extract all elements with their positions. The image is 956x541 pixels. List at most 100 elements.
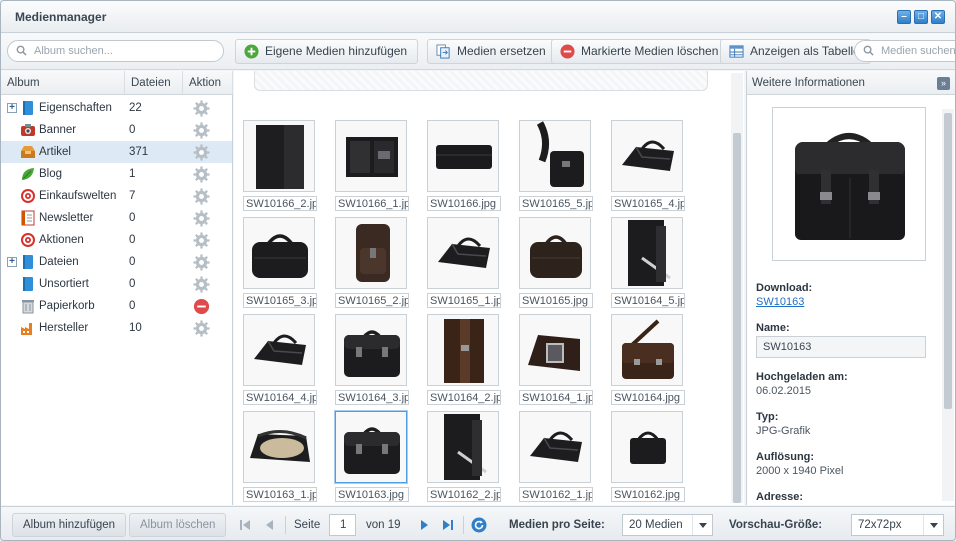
media-thumbnail-image[interactable] xyxy=(243,314,315,386)
media-search-input[interactable]: Medien suchen xyxy=(854,40,955,62)
view-as-table-button[interactable]: Anzeigen als Tabelle xyxy=(720,39,871,64)
album-search-input[interactable]: Album suchen... xyxy=(7,40,224,62)
download-link[interactable]: SW10163 xyxy=(756,296,804,308)
collapse-panel-icon[interactable]: » xyxy=(937,77,950,90)
media-thumbnail-image[interactable] xyxy=(519,314,591,386)
media-thumbnail[interactable]: SW10162_2.jpg xyxy=(427,411,501,503)
settings-gear-icon[interactable] xyxy=(193,254,210,271)
media-thumbnail[interactable]: SW10164_2.jpg xyxy=(427,314,501,406)
add-album-button[interactable]: Album hinzufügen xyxy=(12,513,127,537)
media-thumbnail[interactable]: SW10164_5.jpg xyxy=(611,217,685,309)
add-media-button[interactable]: Eigene Medien hinzufügen xyxy=(235,39,419,64)
album-row[interactable]: Blog 1 xyxy=(1,163,232,185)
settings-gear-icon[interactable] xyxy=(193,188,210,205)
media-scrollbar[interactable] xyxy=(731,73,743,503)
media-thumbnail-image[interactable] xyxy=(243,217,315,289)
first-page-icon[interactable] xyxy=(237,517,253,533)
media-thumbnail[interactable]: SW10165_2.jpg xyxy=(335,217,409,309)
settings-gear-icon[interactable] xyxy=(193,276,210,293)
media-thumbnail[interactable]: SW10163.jpg xyxy=(335,411,409,503)
delete-icon[interactable] xyxy=(193,298,210,315)
page-number-input[interactable]: 1 xyxy=(329,514,356,536)
media-thumbnail-image[interactable] xyxy=(611,217,683,289)
media-thumbnail[interactable]: SW10164_1.jpg xyxy=(519,314,593,406)
album-name: Eigenschaften xyxy=(39,102,112,114)
album-row[interactable]: + Dateien 0 xyxy=(1,251,232,273)
media-thumbnail-image[interactable] xyxy=(243,411,315,483)
album-row[interactable]: Banner 0 xyxy=(1,119,232,141)
settings-gear-icon[interactable] xyxy=(193,232,210,249)
upload-dropzone[interactable] xyxy=(254,71,708,91)
info-scrollbar-thumb[interactable] xyxy=(944,113,952,409)
per-page-select[interactable]: 20 Medien xyxy=(622,514,713,536)
media-thumbnail[interactable]: SW10164_3.jpg xyxy=(335,314,409,406)
column-header-album[interactable]: Album xyxy=(1,71,125,95)
column-header-files[interactable]: Dateien xyxy=(125,71,183,95)
album-row[interactable]: Newsletter 0 xyxy=(1,207,232,229)
media-thumbnail[interactable]: SW10164.jpg xyxy=(611,314,685,406)
album-row[interactable]: Papierkorb 0 xyxy=(1,295,232,317)
media-thumbnail[interactable]: SW10164_4.jpg xyxy=(243,314,317,406)
settings-gear-icon[interactable] xyxy=(193,210,210,227)
media-thumbnail-image[interactable] xyxy=(611,411,683,483)
total-pages-label: von 19 xyxy=(366,519,401,531)
maximize-icon[interactable]: □ xyxy=(914,10,928,24)
close-icon[interactable]: ✕ xyxy=(931,10,945,24)
media-thumbnail-image[interactable] xyxy=(519,411,591,483)
chevron-down-icon[interactable] xyxy=(923,515,943,535)
delete-marked-media-button[interactable]: Markierte Medien löschen xyxy=(551,39,730,64)
media-thumbnail-image[interactable] xyxy=(427,314,499,386)
settings-gear-icon[interactable] xyxy=(193,320,210,337)
media-thumbnail[interactable]: SW10166_1.jpg xyxy=(335,120,409,212)
album-row[interactable]: Hersteller 10 xyxy=(1,317,232,339)
media-thumbnail-image[interactable] xyxy=(519,120,591,192)
media-thumbnail[interactable]: SW10162_1.jpg xyxy=(519,411,593,503)
expand-icon[interactable]: + xyxy=(7,257,17,267)
replace-media-button[interactable]: Medien ersetzen xyxy=(427,39,557,64)
media-thumbnail-image[interactable] xyxy=(611,314,683,386)
info-scrollbar[interactable] xyxy=(942,109,954,501)
media-thumbnail[interactable]: SW10165_4.jpg xyxy=(611,120,685,212)
media-thumbnail-image[interactable] xyxy=(335,314,407,386)
refresh-icon[interactable] xyxy=(471,517,487,533)
media-thumbnail-image[interactable] xyxy=(335,120,407,192)
media-thumbnail-image[interactable] xyxy=(335,411,407,483)
media-scrollbar-thumb[interactable] xyxy=(733,133,741,503)
media-thumbnail[interactable]: SW10165_1.jpg xyxy=(427,217,501,309)
media-thumbnail[interactable]: SW10166_2.jpg xyxy=(243,120,317,212)
media-thumbnail-image[interactable] xyxy=(427,217,499,289)
media-thumbnail-image[interactable] xyxy=(335,217,407,289)
settings-gear-icon[interactable] xyxy=(193,122,210,139)
media-file-name: SW10163_1.jpg xyxy=(243,487,317,502)
settings-gear-icon[interactable] xyxy=(193,166,210,183)
media-thumbnail-image[interactable] xyxy=(611,120,683,192)
media-thumbnail[interactable]: SW10162.jpg xyxy=(611,411,685,503)
minimize-icon[interactable]: – xyxy=(897,10,911,24)
download-link-wrap: SW10163 xyxy=(756,296,804,308)
delete-album-button[interactable]: Album löschen xyxy=(129,513,227,537)
media-thumbnail-image[interactable] xyxy=(519,217,591,289)
album-row[interactable]: + Eigenschaften 22 xyxy=(1,97,232,119)
column-header-action[interactable]: Aktion xyxy=(183,71,233,95)
album-row[interactable]: Artikel 371 xyxy=(1,141,232,163)
settings-gear-icon[interactable] xyxy=(193,100,210,117)
media-thumbnail-image[interactable] xyxy=(427,120,499,192)
chevron-down-icon[interactable] xyxy=(692,515,712,535)
previous-page-icon[interactable] xyxy=(262,517,278,533)
album-row[interactable]: Einkaufswelten 7 xyxy=(1,185,232,207)
expand-icon[interactable]: + xyxy=(7,103,17,113)
settings-gear-icon[interactable] xyxy=(193,144,210,161)
name-field[interactable]: SW10163 xyxy=(756,336,926,358)
media-thumbnail[interactable]: SW10165.jpg xyxy=(519,217,593,309)
next-page-icon[interactable] xyxy=(416,517,432,533)
media-thumbnail-image[interactable] xyxy=(427,411,499,483)
media-thumbnail[interactable]: SW10163_1.jpg xyxy=(243,411,317,503)
album-row[interactable]: Aktionen 0 xyxy=(1,229,232,251)
media-thumbnail[interactable]: SW10165_3.jpg xyxy=(243,217,317,309)
media-thumbnail[interactable]: SW10166.jpg xyxy=(427,120,501,212)
media-thumbnail-image[interactable] xyxy=(243,120,315,192)
preview-size-select[interactable]: 72x72px xyxy=(851,514,944,536)
media-thumbnail[interactable]: SW10165_5.jpg xyxy=(519,120,593,212)
last-page-icon[interactable] xyxy=(440,517,456,533)
album-row[interactable]: Unsortiert 0 xyxy=(1,273,232,295)
